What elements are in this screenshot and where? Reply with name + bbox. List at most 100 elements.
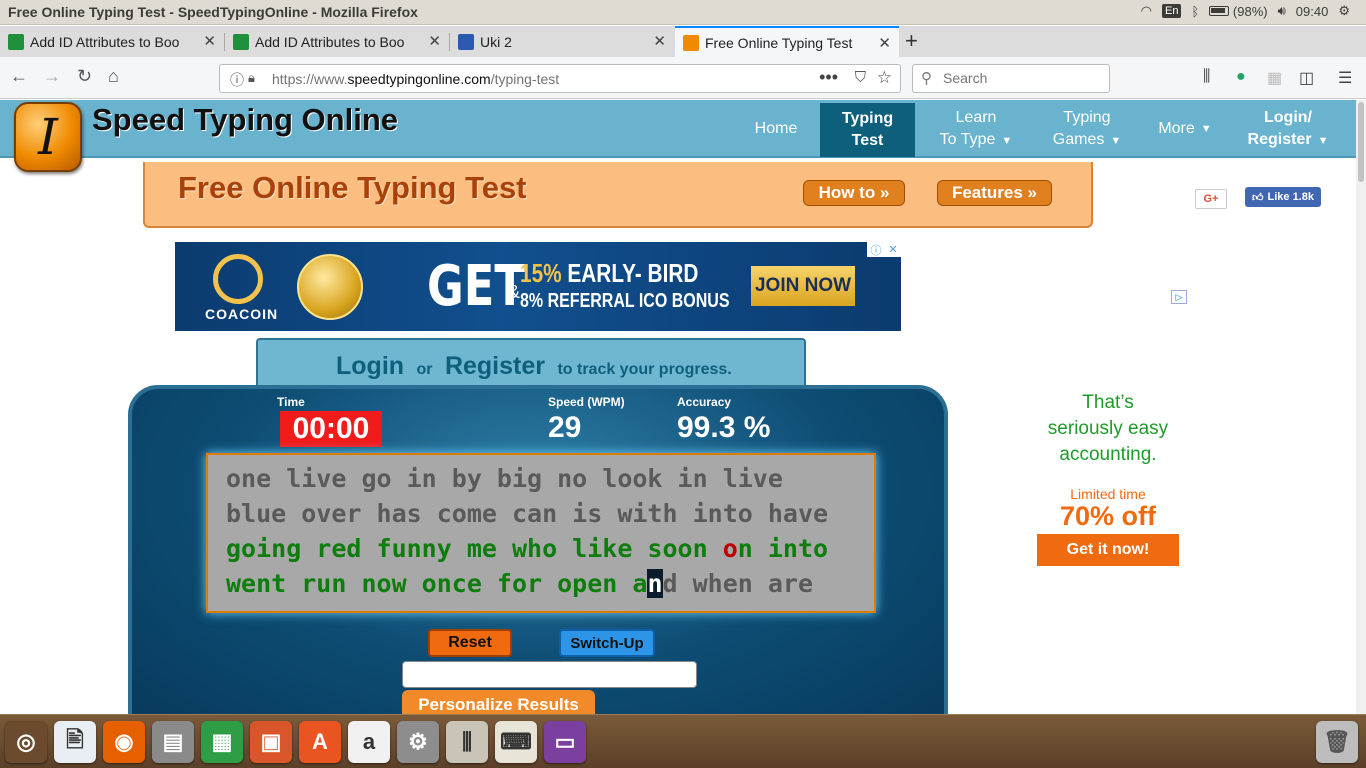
site-logo[interactable]: I xyxy=(14,102,82,172)
trash-icon[interactable]: 🗑︎ xyxy=(1316,721,1358,763)
site-info-icon[interactable]: ⓘ xyxy=(230,70,244,90)
system-tray: ◠ En ᛒ (98%) 🔊︎ 09:40 ⚙ xyxy=(1141,3,1350,19)
bluetooth-icon[interactable]: ᛒ xyxy=(1191,4,1199,19)
hamburger-menu-icon[interactable]: ☰ xyxy=(1338,68,1352,88)
gear-icon[interactable]: ⚙ xyxy=(1338,3,1350,19)
scrollbar-thumb[interactable] xyxy=(1358,102,1364,182)
tab-title: Uki 2 xyxy=(480,33,512,50)
banner-advertisement[interactable]: COACOIN GET & 15% EARLY- BIRD 8% REFERRA… xyxy=(175,242,901,331)
menu-label: Home xyxy=(754,120,798,137)
how-to-button[interactable]: How to » xyxy=(803,180,905,206)
battery-indicator[interactable]: (98%) xyxy=(1209,4,1268,19)
menu-label: Test xyxy=(851,132,884,149)
tab-favicon-icon xyxy=(8,33,24,50)
os-launcher: ◎ 🖹 ◉ ▤ ▦ ▣ Aa ⚙ ⫼ ⌨ ▭ 🗑︎ xyxy=(0,714,1366,768)
system-tools-icon[interactable]: ⫼ xyxy=(446,721,488,763)
side-ad-get-it-button[interactable]: Get it now! xyxy=(1037,534,1179,566)
tab-0[interactable]: Add ID Attributes to Boo ✕ xyxy=(0,26,224,57)
caret-down-icon: ▼ xyxy=(1001,134,1013,147)
tab-close-icon[interactable]: ✕ xyxy=(653,32,666,50)
clock[interactable]: 09:40 xyxy=(1296,4,1329,19)
tab-close-icon[interactable]: ✕ xyxy=(428,32,441,50)
volume-icon[interactable]: 🔊︎ xyxy=(1278,3,1286,19)
menu-label: Games xyxy=(1052,130,1105,148)
amazon-icon[interactable]: a xyxy=(348,721,390,763)
tab-favicon-icon xyxy=(458,33,474,50)
url-bar[interactable]: ⓘ 🔒︎ https://www.speedtypingonline.com/t… xyxy=(219,64,901,93)
menu-label: To Type xyxy=(939,130,996,148)
menu-typing-test[interactable]: Typing Test xyxy=(820,103,915,157)
settings-icon[interactable]: ⚙ xyxy=(397,721,439,763)
files-icon[interactable]: ▤ xyxy=(152,721,194,763)
search-box[interactable]: ⚲ xyxy=(912,64,1110,93)
speed-label: Speed (WPM) xyxy=(548,395,625,409)
caret-down-icon: ▼ xyxy=(1110,134,1122,147)
extension-icon[interactable]: ▦ xyxy=(1267,68,1282,88)
software-center-icon[interactable]: A xyxy=(299,721,341,763)
tab-1[interactable]: Add ID Attributes to Boo ✕ xyxy=(225,26,449,57)
back-icon[interactable]: ← xyxy=(10,66,28,87)
search-input[interactable] xyxy=(943,70,1103,86)
sidebar-icon[interactable]: ◫ xyxy=(1299,68,1314,88)
coacoin-logo-icon xyxy=(213,254,263,304)
register-link[interactable]: Register xyxy=(445,352,545,380)
menu-more[interactable]: More ▼ xyxy=(1150,100,1220,158)
login-prompt: Login or Register to track your progress… xyxy=(256,338,806,388)
os-top-panel: Free Online Typing Test - SpeedTypingOnl… xyxy=(0,0,1366,25)
tab-title: Add ID Attributes to Boo xyxy=(255,33,405,50)
home-icon[interactable]: ⌂ xyxy=(108,66,119,87)
switch-up-button[interactable]: Switch-Up xyxy=(559,629,655,657)
wifi-icon[interactable]: ◠ xyxy=(1141,3,1152,19)
pocket-icon[interactable]: ⛉ xyxy=(855,69,866,86)
tab-3-active[interactable]: Free Online Typing Test ✕ xyxy=(675,26,899,57)
facebook-like-button[interactable]: 👍︎ Like 1.8k xyxy=(1245,187,1321,207)
spreadsheet-icon[interactable]: ▦ xyxy=(201,721,243,763)
battery-icon xyxy=(1209,5,1230,16)
side-advertisement[interactable]: That’s seriously easy accounting. Limite… xyxy=(1030,390,1186,566)
google-plus-button[interactable]: G+ xyxy=(1195,189,1227,209)
ad-info-icon[interactable]: ⓘ xyxy=(870,242,881,258)
reload-icon[interactable]: ↻ xyxy=(77,66,92,87)
personalize-results-button[interactable]: Personalize Results xyxy=(402,690,595,714)
menu-learn-to-type[interactable]: Learn To Type ▼ xyxy=(930,100,1022,158)
tab-close-icon[interactable]: ✕ xyxy=(203,32,216,50)
typing-test-panel: Time 00:00 Speed (WPM) 29 Accuracy 99.3 … xyxy=(128,385,948,714)
page-actions-icon[interactable]: ••• xyxy=(819,67,838,88)
typed-text: went run now once for open a xyxy=(226,569,648,598)
new-tab-icon[interactable]: + xyxy=(905,28,918,54)
search-icon: ⚲ xyxy=(921,70,932,87)
menu-login-register[interactable]: Login/Register ▼ xyxy=(1240,100,1336,158)
bookmark-star-icon[interactable]: ☆ xyxy=(877,68,892,88)
login-link[interactable]: Login xyxy=(336,352,404,380)
page-scrollbar[interactable] xyxy=(1356,100,1366,714)
ad-join-now-button[interactable]: JOIN NOW xyxy=(751,266,855,306)
ubuntu-dash-icon[interactable]: ◎ xyxy=(5,721,47,763)
tab-strip: Add ID Attributes to Boo ✕ Add ID Attrib… xyxy=(0,26,1366,57)
menu-typing-games[interactable]: Typing Games ▼ xyxy=(1046,100,1128,158)
menu-home[interactable]: Home xyxy=(740,100,812,158)
url-path: /typing-test xyxy=(490,71,560,87)
ad-close-icon[interactable]: ✕ xyxy=(888,243,897,256)
forward-icon[interactable]: → xyxy=(43,66,61,87)
site-name[interactable]: Speed Typing Online xyxy=(92,102,398,138)
url-domain: speedtypingonline.com xyxy=(347,71,491,87)
presentation-icon[interactable]: ▣ xyxy=(250,721,292,763)
keyboard-layout-indicator[interactable]: En xyxy=(1162,4,1182,18)
adchoices-icon[interactable]: ▷ xyxy=(1171,290,1187,304)
tab-close-icon[interactable]: ✕ xyxy=(878,34,891,52)
reset-button[interactable]: Reset xyxy=(428,629,512,657)
typing-text-area[interactable]: one live go in by big no look in live blu… xyxy=(206,453,876,613)
url-text[interactable]: https://www.speedtypingonline.com/typing… xyxy=(272,71,559,87)
document-viewer-icon[interactable]: 🖹 xyxy=(54,721,96,763)
keyboard-icon[interactable]: ⌨ xyxy=(495,721,537,763)
grammarly-icon[interactable]: ● xyxy=(1236,68,1246,86)
library-icon[interactable]: ⫼ xyxy=(1203,68,1210,86)
accuracy-label: Accuracy xyxy=(677,395,732,409)
tab-2[interactable]: Uki 2 ✕ xyxy=(450,26,674,57)
typing-input[interactable] xyxy=(402,661,697,688)
firefox-icon[interactable]: ◉ xyxy=(103,721,145,763)
page-title-banner: Free Online Typing Test How to » Feature… xyxy=(143,162,1093,228)
features-button[interactable]: Features » xyxy=(937,180,1052,206)
workspaces-icon[interactable]: ▭ xyxy=(544,721,586,763)
ad-choices-close[interactable]: ⓘ ✕ xyxy=(867,242,901,257)
